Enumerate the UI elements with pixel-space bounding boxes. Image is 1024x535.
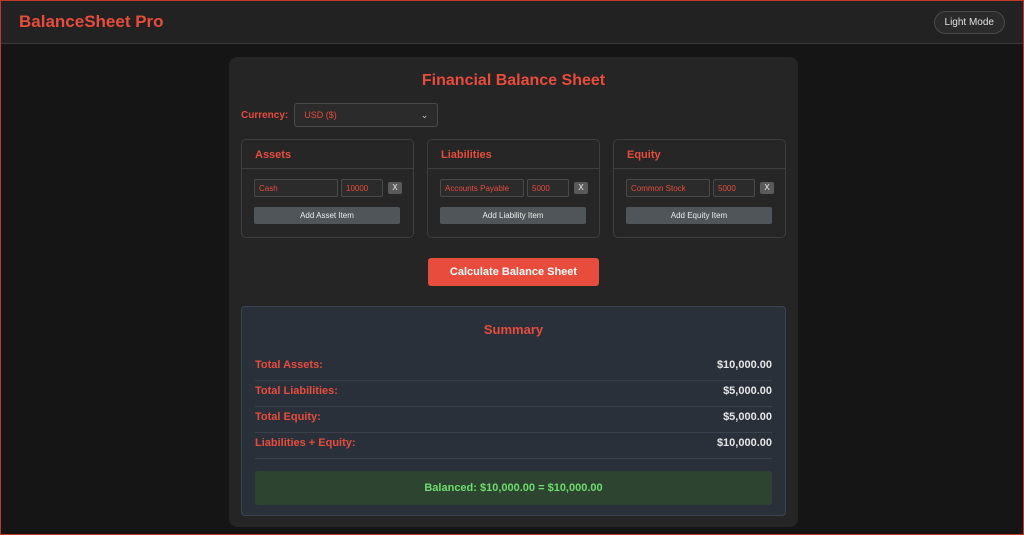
summary-label: Total Liabilities:: [255, 385, 338, 397]
summary-value: $10,000.00: [716, 359, 772, 371]
summary-rows: Total Assets: $10,000.00 Total Liabiliti…: [255, 355, 772, 459]
section-title: Assets: [242, 140, 413, 169]
summary-value: $10,000.00: [716, 437, 772, 449]
asset-item-row: Cash 10000 X: [254, 179, 413, 197]
balance-sheet-card: Financial Balance Sheet Currency: USD ($…: [229, 57, 798, 527]
page-title: Financial Balance Sheet: [421, 72, 606, 89]
top-bar: BalanceSheet Pro Light Mode: [1, 1, 1023, 44]
assets-section: Assets Cash 10000 X Add Asset Item: [241, 139, 414, 238]
add-equity-button[interactable]: Add Equity Item: [626, 207, 772, 224]
asset-value-input[interactable]: 10000: [341, 179, 383, 197]
equity-name-input[interactable]: Common Stock: [626, 179, 710, 197]
remove-equity-button[interactable]: X: [760, 182, 774, 194]
summary-value: $5,000.00: [723, 385, 772, 397]
summary-row: Total Liabilities: $5,000.00: [255, 381, 772, 407]
add-liability-button[interactable]: Add Liability Item: [440, 207, 586, 224]
currency-row: Currency: USD ($) ⌄: [241, 103, 786, 127]
calculate-button[interactable]: Calculate Balance Sheet: [428, 258, 599, 286]
summary-row: Total Equity: $5,000.00: [255, 407, 772, 433]
summary-panel: Summary Total Assets: $10,000.00 Total L…: [241, 306, 786, 516]
summary-row: Liabilities + Equity: $10,000.00: [255, 433, 772, 459]
summary-value: $5,000.00: [723, 411, 772, 423]
equity-item-row: Common Stock 5000 X: [626, 179, 785, 197]
equity-section: Equity Common Stock 5000 X Add Equity It…: [613, 139, 786, 238]
app-title: BalanceSheet Pro: [19, 12, 164, 31]
summary-label: Total Equity:: [255, 411, 321, 423]
liability-value-input[interactable]: 5000: [527, 179, 569, 197]
add-asset-button[interactable]: Add Asset Item: [254, 207, 400, 224]
summary-row: Total Assets: $10,000.00: [255, 355, 772, 381]
chevron-down-icon: ⌄: [420, 109, 429, 120]
remove-asset-button[interactable]: X: [388, 182, 402, 194]
summary-title: Summary: [483, 322, 544, 337]
currency-selected-value: USD ($): [304, 110, 337, 120]
remove-liability-button[interactable]: X: [574, 182, 588, 194]
summary-label: Liabilities + Equity:: [255, 437, 356, 449]
liability-item-row: Accounts Payable 5000 X: [440, 179, 599, 197]
equity-value-input[interactable]: 5000: [713, 179, 755, 197]
asset-name-input[interactable]: Cash: [254, 179, 338, 197]
liability-name-input[interactable]: Accounts Payable: [440, 179, 524, 197]
sections-row: Assets Cash 10000 X Add Asset Item Liabi…: [241, 139, 786, 238]
balance-status: Balanced: $10,000.00 = $10,000.00: [255, 471, 772, 505]
section-title: Liabilities: [428, 140, 599, 169]
summary-label: Total Assets:: [255, 359, 323, 371]
liabilities-section: Liabilities Accounts Payable 5000 X Add …: [427, 139, 600, 238]
currency-select[interactable]: USD ($) ⌄: [294, 103, 439, 127]
currency-label: Currency:: [241, 109, 289, 121]
section-title: Equity: [614, 140, 785, 169]
light-mode-toggle[interactable]: Light Mode: [933, 10, 1005, 34]
